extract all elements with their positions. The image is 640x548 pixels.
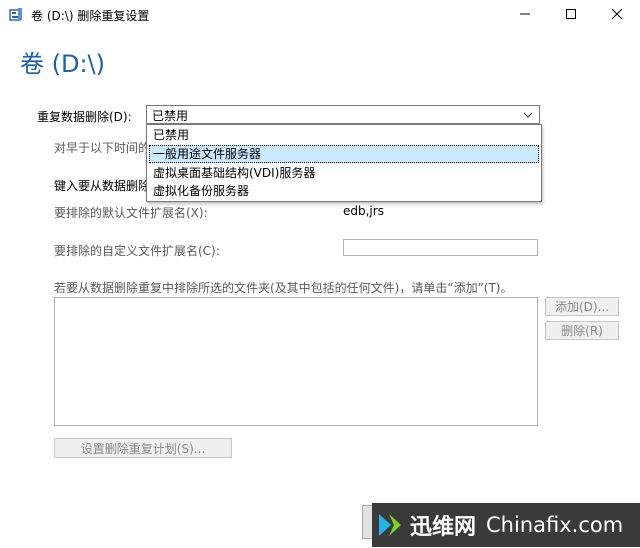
maximize-icon <box>566 8 576 22</box>
minimize-button[interactable] <box>502 0 548 30</box>
chevron-down-icon <box>523 109 533 119</box>
custom-ext-input[interactable] <box>343 239 538 256</box>
maximize-button[interactable] <box>548 0 594 30</box>
age-label: 对早于以下时间的 <box>54 141 151 155</box>
custom-ext-label: 要排除的自定义文件扩展名(C): <box>54 244 220 258</box>
dropdown-option[interactable]: 虚拟化备份服务器 <box>149 182 539 200</box>
set-schedule-button[interactable]: 设置删除重复计划(S)... <box>54 438 232 458</box>
dedup-select[interactable]: 已禁用 <box>146 105 540 124</box>
dedup-selected-value: 已禁用 <box>152 109 189 123</box>
logo-icon <box>376 510 406 540</box>
close-button[interactable] <box>594 0 640 30</box>
volume-icon <box>8 7 24 23</box>
dropdown-option[interactable]: 虚拟桌面基础结构(VDI)服务器 <box>149 164 539 182</box>
dropdown-option-highlighted[interactable]: 一般用途文件服务器 <box>149 145 539 163</box>
window-title: 卷 (D:\) 删除重复设置 <box>31 9 150 23</box>
exclude-heading: 键入要从数据删除 <box>54 179 151 193</box>
add-button[interactable]: 添加(D)... <box>545 297 619 316</box>
title-bar: 卷 (D:\) 删除重复设置 <box>0 0 640 30</box>
excluded-folders-list[interactable] <box>54 297 538 426</box>
remove-button[interactable]: 删除(R) <box>545 321 619 340</box>
dedup-label: 重复数据删除(D): <box>37 110 132 124</box>
default-ext-value: edb,jrs <box>343 204 384 218</box>
dropdown-option[interactable]: 已禁用 <box>149 126 539 144</box>
folder-instructions: 若要从数据删除重复中排除所选的文件夹(及其中包括的任何文件)，请单击“添加”(T… <box>54 281 513 295</box>
watermark: 迅维网 Chinafix.com <box>372 503 640 547</box>
close-icon <box>611 8 623 22</box>
minimize-icon <box>520 8 530 22</box>
watermark-en: Chinafix.com <box>486 513 624 537</box>
page-title: 卷 (D:\) <box>20 50 106 78</box>
dedup-dropdown-list[interactable]: 已禁用 一般用途文件服务器 虚拟桌面基础结构(VDI)服务器 虚拟化备份服务器 <box>146 124 542 202</box>
default-ext-label: 要排除的默认文件扩展名(X): <box>54 206 208 220</box>
watermark-cn: 迅维网 <box>410 515 477 540</box>
